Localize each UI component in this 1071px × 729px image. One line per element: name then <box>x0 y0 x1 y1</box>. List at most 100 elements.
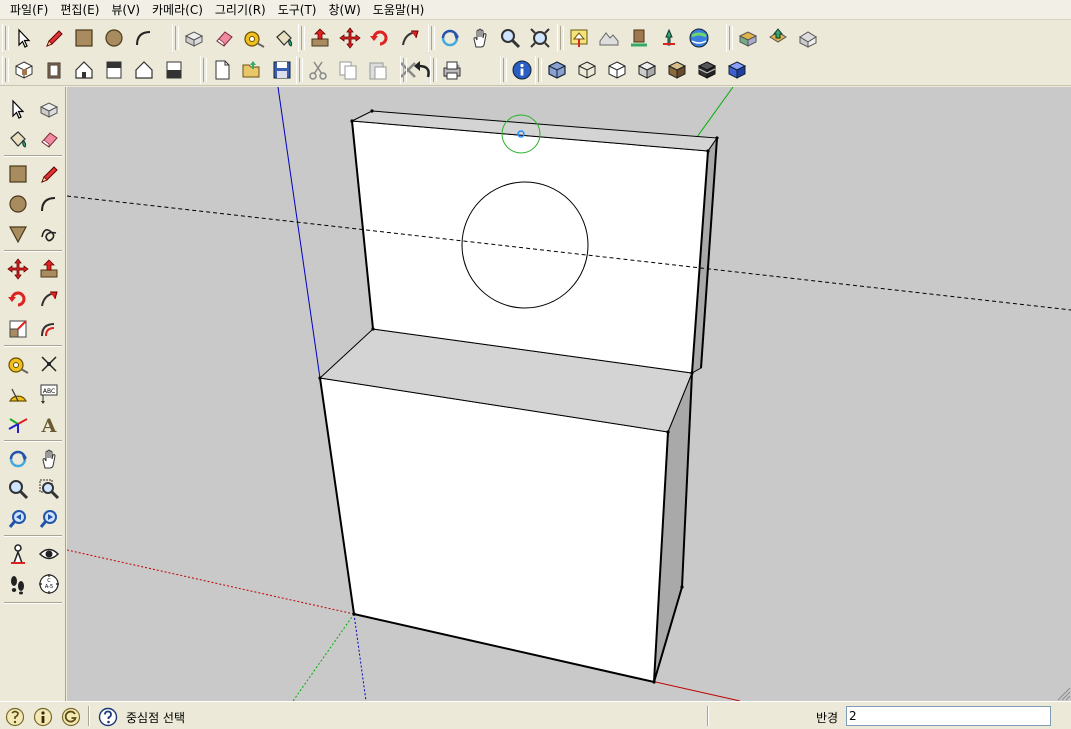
offset-icon[interactable] <box>35 315 63 343</box>
iso-view-icon[interactable] <box>10 57 37 84</box>
status-divider <box>707 706 709 726</box>
place-model-icon[interactable] <box>625 25 652 52</box>
share-component-icon[interactable] <box>794 25 821 52</box>
protractor-icon[interactable] <box>4 380 32 408</box>
model-scene[interactable] <box>67 87 1071 701</box>
rectangle-icon[interactable] <box>4 160 32 188</box>
print-icon[interactable] <box>438 57 465 84</box>
hidden-line-style-icon[interactable] <box>603 57 630 84</box>
get-models-icon[interactable] <box>655 25 682 52</box>
arc-icon[interactable] <box>130 25 157 52</box>
circle-icon[interactable] <box>100 25 127 52</box>
xray-style-icon[interactable] <box>543 57 570 84</box>
back-view-icon[interactable] <box>130 57 157 84</box>
paint-bucket-icon[interactable] <box>4 125 32 153</box>
axes-icon[interactable] <box>4 410 32 438</box>
toolbar-group <box>172 24 300 52</box>
position-camera-icon[interactable] <box>4 540 32 568</box>
make-component-icon[interactable] <box>180 25 207 52</box>
menu-item[interactable]: 도구(T) <box>272 0 323 20</box>
left-toolbar-row <box>4 285 66 313</box>
add-location-icon[interactable] <box>565 25 592 52</box>
menu-item[interactable]: 그리기(R) <box>209 0 272 20</box>
top-view-icon[interactable] <box>40 57 67 84</box>
unknown-style-icon[interactable] <box>723 57 750 84</box>
google-signin-icon[interactable] <box>61 707 81 727</box>
zoom-window-icon[interactable] <box>35 475 63 503</box>
new-file-icon[interactable] <box>208 57 235 84</box>
text-icon[interactable]: ABC <box>35 380 63 408</box>
select-icon[interactable] <box>4 95 32 123</box>
toolbar-group <box>726 24 824 52</box>
zoom-icon[interactable] <box>4 475 32 503</box>
3d-text-icon[interactable]: A <box>35 410 63 438</box>
pencil-icon[interactable] <box>40 25 67 52</box>
next-view-icon[interactable] <box>35 505 63 533</box>
freehand-icon[interactable] <box>35 220 63 248</box>
eraser-icon[interactable] <box>35 125 63 153</box>
shaded-style-icon[interactable] <box>633 57 660 84</box>
right-view-icon[interactable] <box>100 57 127 84</box>
monochrome-style-icon[interactable] <box>693 57 720 84</box>
wireframe-style-icon[interactable] <box>573 57 600 84</box>
model-info-icon[interactable] <box>508 57 535 84</box>
cut-icon[interactable] <box>304 57 331 84</box>
make-component-icon[interactable] <box>35 95 63 123</box>
menu-item[interactable]: 편집(E) <box>54 0 105 20</box>
drawing-viewport[interactable] <box>67 87 1071 701</box>
circle-icon[interactable] <box>4 190 32 218</box>
pan-icon[interactable] <box>466 25 493 52</box>
share-model-icon[interactable] <box>764 25 791 52</box>
follow-me-icon[interactable] <box>396 25 423 52</box>
look-around-icon[interactable] <box>35 540 63 568</box>
front-view-icon[interactable] <box>70 57 97 84</box>
menu-item[interactable]: 뷰(V) <box>105 0 146 20</box>
open-file-icon[interactable] <box>238 57 265 84</box>
menu-item[interactable]: 창(W) <box>323 0 367 20</box>
rotate-icon[interactable] <box>4 285 32 313</box>
tape-measure-icon[interactable] <box>240 25 267 52</box>
line-icon[interactable] <box>35 160 63 188</box>
follow-me-icon[interactable] <box>35 285 63 313</box>
left-toolbar-row <box>4 220 66 248</box>
eraser-icon[interactable] <box>210 25 237 52</box>
left-view-icon[interactable] <box>160 57 187 84</box>
push-pull-icon[interactable] <box>306 25 333 52</box>
help-instructor-icon[interactable] <box>98 707 118 727</box>
credits-icon[interactable] <box>33 707 53 727</box>
push-pull-icon[interactable] <box>35 255 63 283</box>
menu-item[interactable]: 파일(F) <box>4 0 54 20</box>
walk-icon[interactable] <box>4 570 32 598</box>
copy-icon[interactable] <box>334 57 361 84</box>
paint-bucket-icon[interactable] <box>270 25 297 52</box>
paste-icon[interactable] <box>364 57 391 84</box>
save-file-icon[interactable] <box>268 57 295 84</box>
rotate-icon[interactable] <box>366 25 393 52</box>
rectangle-icon[interactable] <box>70 25 97 52</box>
resize-grip[interactable] <box>1057 687 1071 701</box>
scale-icon[interactable] <box>4 315 32 343</box>
measurements-input[interactable] <box>846 706 1051 726</box>
dimensions-icon[interactable] <box>35 350 63 378</box>
move-icon[interactable] <box>336 25 363 52</box>
previous-view-icon[interactable] <box>4 505 32 533</box>
menu-item[interactable]: 카메라(C) <box>146 0 209 20</box>
get-component-icon[interactable] <box>734 25 761 52</box>
google-earth-icon[interactable] <box>685 25 712 52</box>
menu-item[interactable]: 도움말(H) <box>367 0 431 20</box>
toggle-terrain-icon[interactable] <box>595 25 622 52</box>
geo-location-icon[interactable] <box>5 707 25 727</box>
pan-icon[interactable] <box>35 445 63 473</box>
section-plane-icon[interactable]: C A-5 <box>35 570 63 598</box>
tape-measure-icon[interactable] <box>4 350 32 378</box>
orbit-icon[interactable] <box>4 445 32 473</box>
orbit-icon[interactable] <box>436 25 463 52</box>
arc-icon[interactable] <box>35 190 63 218</box>
select-icon[interactable] <box>10 25 37 52</box>
zoom-extents-icon[interactable] <box>526 25 553 52</box>
polygon-icon[interactable] <box>4 220 32 248</box>
shaded-texture-style-icon[interactable] <box>663 57 690 84</box>
toolbar-separator <box>4 250 62 252</box>
move-icon[interactable] <box>4 255 32 283</box>
zoom-icon[interactable] <box>496 25 523 52</box>
